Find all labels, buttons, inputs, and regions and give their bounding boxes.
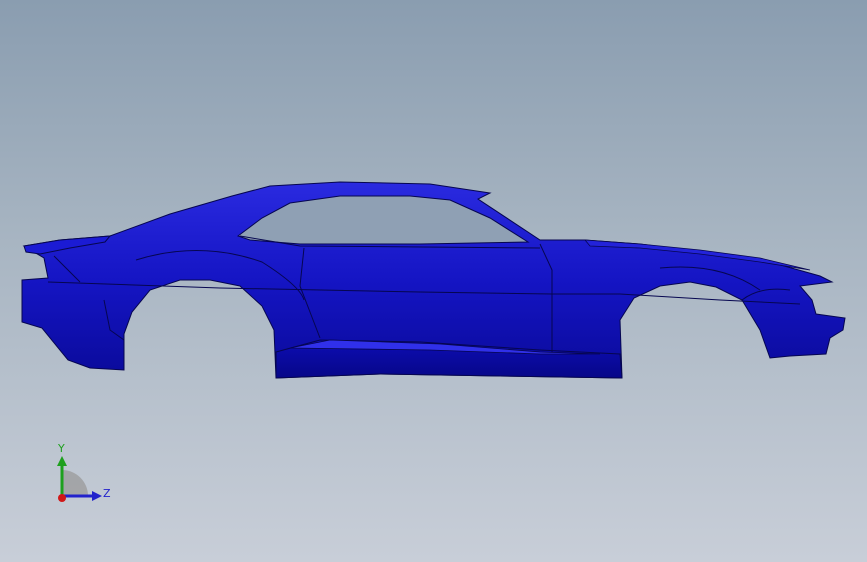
x-axis-point: [58, 494, 66, 502]
z-axis-arrow: [92, 491, 102, 501]
car-body-model[interactable]: [0, 0, 867, 562]
triad-quadrant: [62, 470, 88, 496]
coordinate-triad: Y Z: [57, 442, 111, 502]
y-axis-label: Y: [57, 442, 65, 455]
graphics-viewport[interactable]: Y Z: [0, 0, 867, 562]
z-axis-label: Z: [103, 487, 111, 500]
y-axis-arrow: [57, 456, 67, 466]
